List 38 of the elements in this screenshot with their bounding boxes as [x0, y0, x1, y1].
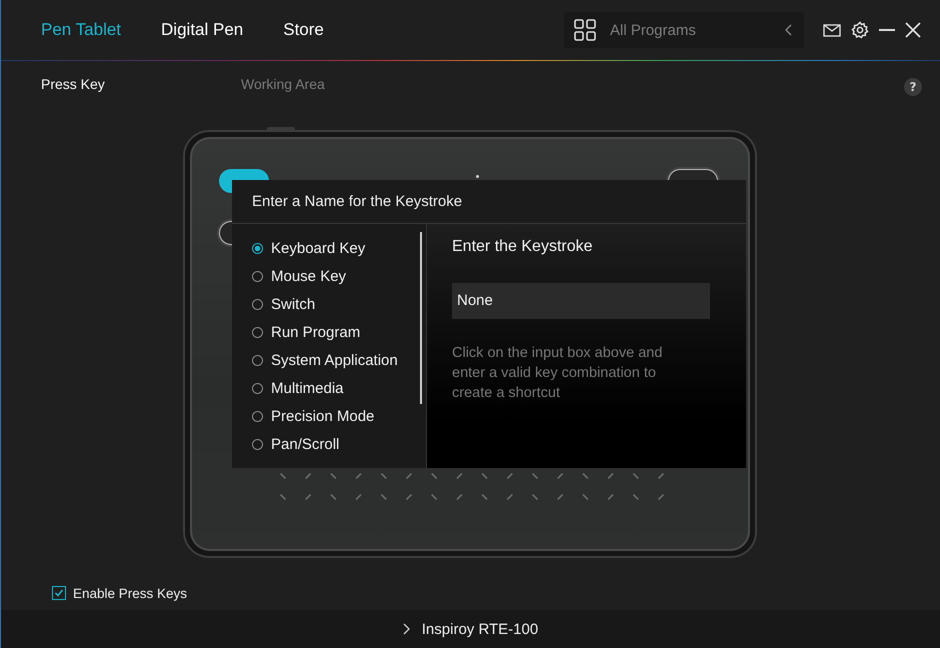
option-label: Precision Mode	[271, 408, 374, 424]
option-label: Run Program	[271, 324, 360, 340]
device-name: Inspiroy RTE-100	[422, 620, 538, 638]
scrollbar[interactable]	[420, 232, 422, 404]
checkbox-label: Enable Press Keys	[73, 586, 188, 600]
radio-button[interactable]	[252, 242, 263, 254]
chevron-left-icon	[784, 24, 792, 36]
mail-icon[interactable]	[823, 24, 841, 36]
option-label: System Application	[271, 352, 398, 368]
device-bar[interactable]: Inspiroy RTE-100	[1, 610, 940, 648]
close-icon[interactable]	[905, 22, 921, 38]
radio-button[interactable]	[252, 298, 263, 310]
radio-button[interactable]	[252, 326, 263, 338]
nav-tab[interactable]: Pen Tablet	[41, 20, 122, 40]
settings-icon[interactable]	[851, 21, 869, 39]
radio-button[interactable]	[252, 382, 263, 394]
sub-tab[interactable]: Working Area	[241, 76, 441, 92]
grid-icon	[574, 19, 596, 41]
radio-button[interactable]	[252, 410, 263, 422]
nav-tab[interactable]: Digital Pen	[161, 20, 244, 40]
check-icon	[54, 588, 64, 598]
chevron-right-icon	[402, 623, 410, 635]
program-selector[interactable]: All Programs	[564, 12, 804, 48]
sub-tab[interactable]: Press Key	[41, 76, 241, 92]
option-label: Mouse Key	[271, 268, 346, 284]
option-label: Keyboard Key	[271, 240, 366, 256]
keystroke-heading: Enter the Keystroke	[452, 238, 594, 257]
keystroke-field[interactable]: None	[452, 283, 710, 319]
help-button[interactable]: ?	[904, 78, 922, 96]
option-label: Pan/Scroll	[271, 436, 340, 452]
checkbox[interactable]	[52, 586, 66, 600]
hint-text: Click on the input box above and enter a valid key combination to create a shortcut	[452, 344, 664, 403]
option-label: Multimedia	[271, 380, 344, 396]
nav-tab[interactable]: Store	[283, 20, 324, 40]
radio-button[interactable]	[252, 438, 263, 450]
option-label: Switch	[271, 296, 316, 312]
radio-button[interactable]	[252, 354, 263, 366]
radio-button[interactable]	[252, 270, 263, 282]
